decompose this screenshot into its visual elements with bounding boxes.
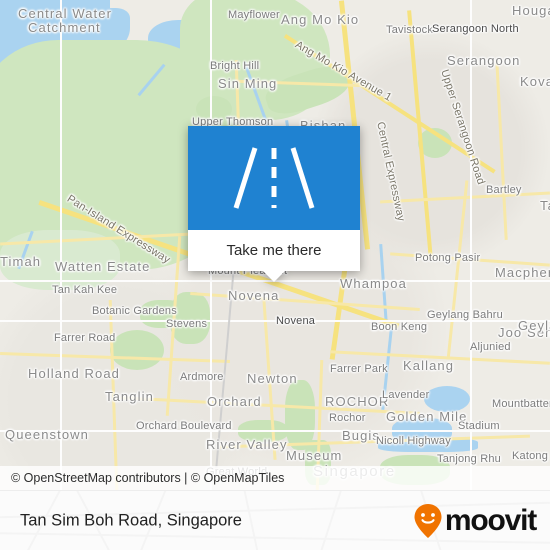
map-label: Orchard — [207, 394, 262, 409]
popup-pointer-tail — [263, 271, 285, 282]
map-label: Boon Keng — [371, 321, 428, 333]
map-label: Nicoll Highway — [376, 435, 451, 447]
moovit-logo: moovit — [413, 503, 537, 539]
map-label: Botanic Gardens — [92, 305, 177, 317]
map-label: Farrer Park — [330, 363, 388, 375]
map-label: Tavistock — [386, 24, 434, 36]
attribution-text[interactable]: © OpenStreetMap contributors | © OpenMap… — [0, 471, 284, 485]
map-label: Kovan — [520, 74, 550, 89]
map-label: Queenstown — [5, 427, 89, 442]
map-label: Joo Seng — [498, 325, 550, 340]
moovit-pin-icon — [414, 504, 442, 538]
map-label: Katong Park — [512, 450, 550, 462]
map-label: Orchard Boulevard — [136, 420, 232, 432]
map-label: Hougang — [512, 3, 550, 18]
map-label: Serangoon North — [432, 23, 519, 35]
take-me-there-button[interactable]: Take me there — [226, 242, 321, 259]
map-attribution-bar: © OpenStreetMap contributors | © OpenMap… — [0, 466, 550, 490]
map-canvas[interactable]: Central Water Catchment Mayflower Ang Mo Ki… — [0, 0, 550, 490]
map-label: Central Water — [18, 6, 113, 21]
map-label: Newton — [247, 371, 298, 386]
map-label: Tanglin — [105, 389, 154, 404]
map-label: Ang Mo Kio — [281, 12, 360, 27]
map-label: Sin Ming — [218, 76, 278, 91]
map-label: Tan Kah Kee — [52, 284, 118, 296]
moovit-map-screenshot: Central Water Catchment Mayflower Ang Mo Ki… — [0, 0, 550, 550]
map-label: Watten Estate — [55, 259, 151, 274]
map-label: ROCHOR — [325, 394, 390, 409]
map-label: Mountbatten — [492, 398, 550, 410]
moovit-wordmark: moovit — [444, 504, 537, 537]
map-label: Geylang — [518, 318, 550, 333]
map-label: Lavender — [382, 389, 430, 401]
map-label: Pan-Island Expressway — [64, 192, 173, 267]
location-popup[interactable]: Take me there — [188, 126, 360, 282]
map-label: Stevens — [166, 318, 208, 330]
map-label: Bartley — [486, 184, 522, 196]
map-label: Catchment — [28, 20, 101, 35]
map-label: Serangoon — [447, 53, 521, 68]
map-label: Potong Pasir — [415, 252, 481, 264]
map-label: Kallang — [403, 358, 455, 373]
map-label: Whampoa — [340, 276, 407, 291]
map-label: Mayflower — [228, 9, 280, 21]
popup-image — [188, 126, 360, 230]
map-label: Ang Mo Kio Avenue 1 — [293, 38, 394, 104]
map-label: Aljunied — [470, 341, 511, 353]
map-label: Holland Road — [28, 366, 120, 381]
map-label: Farrer Road — [54, 332, 116, 344]
map-label: Upper Serangoon Road — [438, 68, 487, 187]
map-label: Geylang Bahru — [427, 309, 503, 321]
map-label: Macpherson — [495, 265, 550, 280]
place-name-label: Tan Sim Boh Road, Singapore — [20, 511, 242, 530]
road-icon — [233, 147, 315, 209]
map-label: Central Expressway — [374, 120, 407, 223]
map-label: Museum — [286, 448, 343, 463]
map-label: Tai Seng — [540, 198, 550, 213]
map-label: Ardmore — [180, 371, 224, 383]
map-label: River Valley — [206, 437, 288, 452]
map-label: Golden Mile — [386, 409, 468, 424]
map-label: Bright Hill — [210, 60, 260, 72]
map-label: Stadium — [458, 420, 500, 432]
map-label: Novena — [276, 315, 316, 327]
map-label: Tanjong Rhu — [437, 453, 501, 465]
bottom-info-bar: Tan Sim Boh Road, Singapore moovit — [0, 490, 550, 550]
map-label: Novena — [228, 288, 280, 303]
map-label: Rochor — [329, 412, 366, 424]
map-label: Timah — [0, 254, 42, 269]
map-label: Bugis — [342, 428, 381, 443]
popup-footer[interactable]: Take me there — [188, 230, 360, 282]
